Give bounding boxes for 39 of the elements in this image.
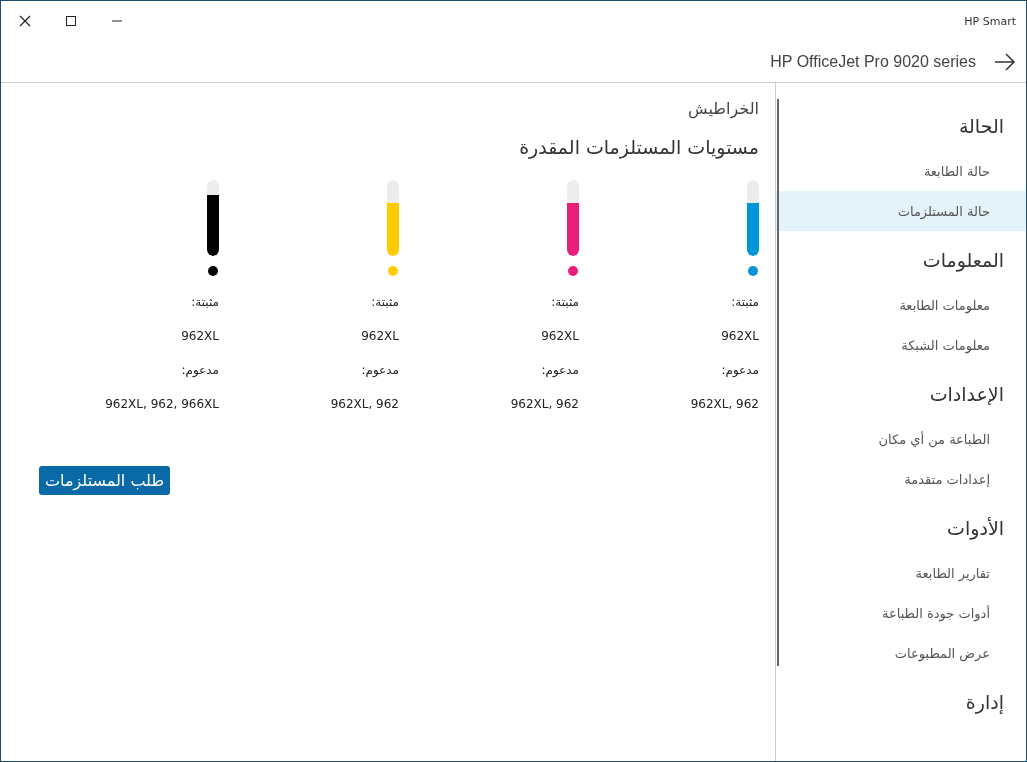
supported-label: مدعوم: — [181, 362, 219, 378]
section-title: الخراطيش — [687, 99, 759, 118]
installed-label: مثبتة: — [191, 294, 219, 310]
order-supplies-button[interactable]: طلب المستلزمات — [39, 466, 171, 495]
installed-label: مثبتة: — [551, 294, 579, 310]
supported-label: مدعوم: — [721, 362, 759, 378]
installed-value: 962XL — [721, 328, 759, 344]
sidebar-item[interactable]: معلومات الطابعة — [776, 285, 1026, 325]
scrollbar[interactable] — [777, 99, 779, 666]
close-icon — [19, 15, 31, 27]
sidebar-heading: المعلومات — [921, 249, 1005, 271]
sidebar-heading: الحالة — [957, 115, 1005, 137]
sidebar-item[interactable]: عرض المطبوعات — [776, 633, 1026, 673]
sidebar-item[interactable]: إعدادات متقدمة — [776, 459, 1026, 499]
printer-name: HP OfficeJet Pro 9020 series — [770, 52, 976, 71]
window-title: HP Smart — [964, 14, 1016, 28]
supported-label: مدعوم: — [361, 362, 399, 378]
sidebar-heading: الأدوات — [946, 517, 1005, 539]
sidebar-item[interactable]: الطباعة من أي مكان — [776, 419, 1026, 459]
supported-value: 962XL, 962 — [330, 396, 399, 412]
installed-label: مثبتة: — [371, 294, 399, 310]
supported-value: 962XL, 962 — [690, 396, 759, 412]
supported-value: 962XL, 962 — [510, 396, 579, 412]
installed-value: 962XL — [361, 328, 399, 344]
sidebar-item[interactable]: أدوات جودة الطباعة — [776, 593, 1026, 633]
supported-value: 962XL, 962, 966XL — [105, 396, 219, 412]
installed-value: 962XL — [181, 328, 219, 344]
sidebar-item[interactable]: حالة المستلزمات — [776, 191, 1026, 231]
page-heading: مستويات المستلزمات المقدرة — [518, 136, 759, 158]
sidebar-heading: الإعدادات — [928, 383, 1005, 405]
installed-value: 962XL — [541, 328, 579, 344]
installed-label: مثبتة: — [731, 294, 759, 310]
sidebar-heading: إدارة — [964, 691, 1005, 713]
sidebar-item[interactable]: تقارير الطابعة — [776, 553, 1026, 593]
sidebar-item[interactable]: معلومات الشبكة — [776, 325, 1026, 365]
maximize-icon — [65, 15, 77, 27]
sidebar-item[interactable]: حالة الطابعة — [776, 151, 1026, 191]
supported-label: مدعوم: — [541, 362, 579, 378]
arrow-right-icon — [994, 52, 1016, 71]
